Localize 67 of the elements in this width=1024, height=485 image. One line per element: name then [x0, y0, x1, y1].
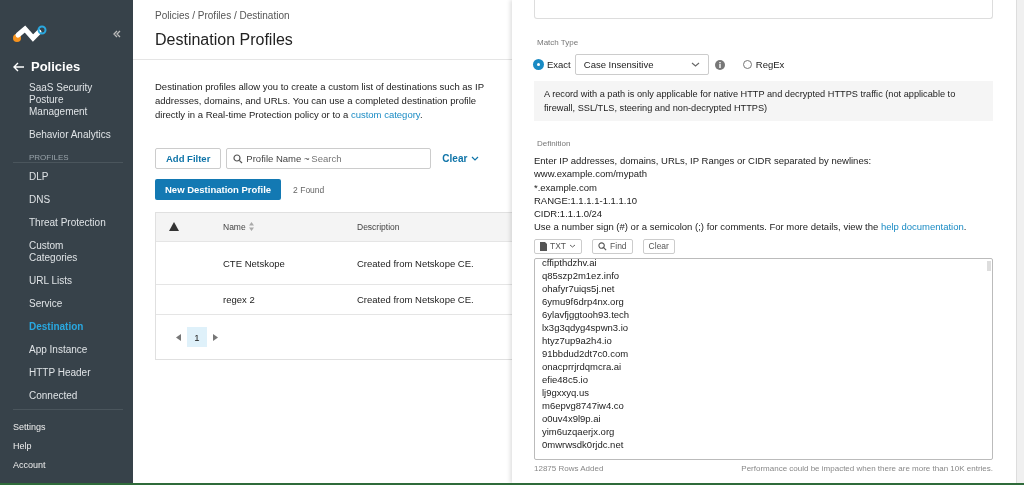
nav-link[interactable]: Settings [13, 418, 123, 437]
clear-button[interactable]: Clear [642, 238, 675, 254]
info-note: A record with a path is only applicable for native HTTP and decrypted HTTPS traffic (not applicable to firewall, SSL/TLS, steering and non-decrypted HTTPS) [534, 81, 993, 121]
radio-icon[interactable] [534, 60, 543, 69]
instruction-line: www.example.com/mypath [534, 167, 648, 181]
radio-option[interactable]: RegEx [742, 59, 785, 70]
nav-item[interactable]: Behavior Analytics [0, 125, 133, 148]
search-prefix: Profile Name ~ [246, 153, 310, 164]
nav-item[interactable]: DLP [0, 167, 133, 190]
clear-button[interactable]: Clear [436, 152, 486, 165]
format-dropdown[interactable]: TXT [534, 238, 583, 254]
nav-item[interactable]: Destination [0, 317, 133, 340]
warning-icon [169, 221, 179, 231]
help-documentation-link[interactable]: help documentation [880, 221, 964, 233]
result-count: 2 Found [293, 184, 325, 195]
instruction-line: RANGE:1.1.1.1-1.1.1.10 [534, 193, 638, 208]
instruction-line: Use a number sign (#) or a semicolon (;) for comments. For more details, view the help documentation. [534, 220, 968, 234]
nav-link[interactable]: Account [13, 456, 123, 475]
nav-item[interactable]: HTTP Header [0, 363, 133, 386]
page-button[interactable]: 1 [187, 327, 207, 347]
page-title: Destination Profiles [155, 31, 294, 49]
instruction-line: Enter IP addresses, domains, URLs, IP Ranges or CIDR separated by newlines: [534, 154, 873, 168]
table-cell: regex 2 [223, 294, 255, 305]
case-select[interactable]: Case Insensitive [574, 54, 709, 75]
instruction-line: *.example.com [534, 180, 598, 194]
chevron-down-icon [569, 244, 577, 249]
find-button[interactable]: Find [592, 238, 633, 254]
radio-option[interactable]: Exact [534, 59, 571, 70]
nav-item[interactable]: URL Lists [0, 271, 133, 294]
custom-category-link[interactable]: custom category [350, 109, 420, 120]
instruction-line: CIDR:1.1.1.0/24 [534, 207, 604, 221]
new-destination-profile-button[interactable]: New Destination Profile [155, 179, 282, 200]
info-icon[interactable] [714, 59, 725, 70]
field-label: Match Type [537, 38, 580, 47]
search-icon [598, 241, 608, 251]
table-cell: CTE Netskope [223, 257, 285, 269]
breadcrumb: Policies / Profiles / Destination [155, 10, 291, 21]
previous-page-icon[interactable] [176, 333, 181, 341]
table-cell: Created from Netskope CE. [357, 294, 474, 305]
back-arrow-icon[interactable] [13, 61, 25, 72]
scrollbar[interactable] [1016, 0, 1024, 483]
file-icon [540, 241, 547, 251]
logo-icon [13, 25, 47, 43]
nav-item[interactable]: DNS [0, 190, 133, 213]
nav-item[interactable]: Custom Categories [0, 236, 133, 271]
row-count: 12875 Rows Added [534, 463, 604, 473]
add-filter-button[interactable]: Add Filter [155, 148, 222, 169]
nav-item[interactable]: Connected [0, 386, 133, 409]
chevron-down-icon [471, 156, 480, 161]
column-header[interactable]: Name [223, 222, 246, 232]
next-page-icon[interactable] [213, 333, 218, 341]
nav-item[interactable]: Threat Protection [0, 213, 133, 236]
search-icon [233, 154, 244, 164]
chevron-down-icon [690, 62, 700, 67]
nav-item[interactable]: Service [0, 294, 133, 317]
nav-link[interactable]: Help [13, 437, 123, 456]
column-header: Description [357, 222, 400, 232]
definition-textarea[interactable]: cffipthdzhv.ai q85szp2m1ez.info ohafyr7uiqs5j.net 6ymu9f6drp4nx.org 6ylavfjggtooh93.tech lx3g3qdyg4spwn3.io htyz7up9a2h4.io 91bbdud2dt7c0.com onacprrjrdqmcra.ai efie48c5.io lj9gxxyq.us m6epvg8747iw4.co o0uv4x9l9p.ai yim6uzqaerjx.org 0mwrwsdk0rjdc.net [534, 257, 993, 460]
nav-item[interactable]: App Instance [0, 340, 133, 363]
description-text: Destination profiles allow you to create a custom list of destinations such as IP addresses, domains, and URLs. You can use a completed destination profile directly in a Real-time Protection policy or to a custom category. [155, 80, 485, 122]
table-cell: Created from Netskope CE. [357, 257, 474, 269]
collapse-icon[interactable] [113, 30, 121, 38]
field-label: Definition [537, 139, 572, 148]
section-title: Policies [31, 59, 81, 74]
performance-warning: Performance could be impacted when there are more than 10K entries. [741, 463, 993, 473]
nav-item[interactable]: SaaS Security Posture Management [0, 78, 133, 125]
input-field[interactable] [534, 0, 993, 19]
